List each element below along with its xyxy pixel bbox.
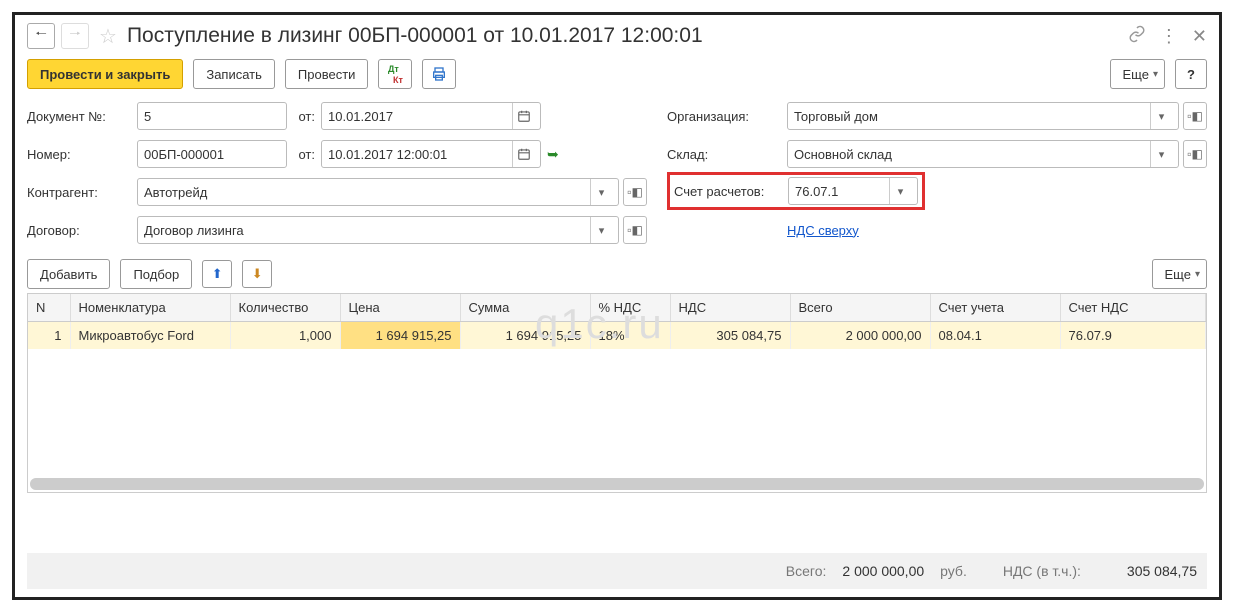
arrow-down-icon: ⬇ [252,266,263,282]
col-vat[interactable]: НДС [670,294,790,322]
org-label: Организация: [667,109,787,124]
dropdown-icon[interactable]: ▾ [590,217,612,243]
footer-total-value: 2 000 000,00 [842,563,924,579]
org-input[interactable]: Торговый дом ▾ [787,102,1179,130]
col-n[interactable]: N [28,294,70,322]
goto-icon[interactable]: ➥ [547,146,559,163]
submit-close-button[interactable]: Провести и закрыть [27,59,183,89]
footer-vat-label: НДС (в т.ч.): [1003,563,1081,579]
footer-currency: руб. [940,563,967,579]
cell-total[interactable]: 2 000 000,00 [790,322,930,350]
kebab-menu-icon[interactable]: ⋮ [1160,26,1178,47]
submit-button[interactable]: Провести [285,59,369,89]
move-down-button[interactable]: ⬇ [242,260,272,288]
table-more-button[interactable]: Еще [1152,259,1207,289]
number-input[interactable]: 00БП-000001 [137,140,287,168]
dropdown-icon[interactable]: ▾ [1150,141,1172,167]
cell-price[interactable]: 1 694 915,25 [340,322,460,350]
cell-vat-pct[interactable]: 18% [590,322,670,350]
items-table[interactable]: N Номенклатура Количество Цена Сумма % Н… [27,293,1207,493]
link-icon[interactable] [1128,25,1146,48]
col-total[interactable]: Всего [790,294,930,322]
printer-icon [431,66,447,82]
save-button[interactable]: Записать [193,59,275,89]
open-ref-button[interactable]: ▫◧ [623,178,647,206]
col-price[interactable]: Цена [340,294,460,322]
cell-sum[interactable]: 1 694 915,25 [460,322,590,350]
doc-no-input[interactable]: 5 [137,102,287,130]
col-vat-pct[interactable]: % НДС [590,294,670,322]
cell-vat[interactable]: 305 084,75 [670,322,790,350]
open-ref-button[interactable]: ▫◧ [623,216,647,244]
counterparty-input[interactable]: Автотрейд ▾ [137,178,619,206]
favorite-star-icon[interactable]: ☆ [99,24,117,49]
warehouse-label: Склад: [667,147,787,162]
kt-icon: Кт [388,75,403,85]
counterparty-label: Контрагент: [27,185,137,200]
add-row-button[interactable]: Добавить [27,259,110,289]
table-row[interactable]: 1 Микроавтобус Ford 1,000 1 694 915,25 1… [28,322,1206,350]
pick-button[interactable]: Подбор [120,259,192,289]
cell-n[interactable]: 1 [28,322,70,350]
move-up-button[interactable]: ⬆ [202,260,232,288]
dropdown-icon[interactable]: ▾ [1150,103,1172,129]
col-vat-acct[interactable]: Счет НДС [1060,294,1206,322]
account-label: Счет расчетов: [674,184,788,199]
doc-no-label: Документ №: [27,109,137,124]
dtkt-button[interactable]: Дт Кт [378,59,412,89]
nav-back-button[interactable]: 🠐 [27,23,55,49]
dropdown-icon[interactable]: ▾ [590,179,612,205]
cell-acct[interactable]: 08.04.1 [930,322,1060,350]
number-date-input[interactable]: 10.01.2017 12:00:01 [321,140,541,168]
cell-nomenclature[interactable]: Микроавтобус Ford [70,322,230,350]
date-from-label-2: от: [287,147,321,162]
number-label: Номер: [27,147,137,162]
footer-total-label: Всего: [786,563,827,579]
contract-label: Договор: [27,223,137,238]
calendar-icon[interactable] [512,103,534,129]
more-button[interactable]: Еще [1110,59,1165,89]
open-ref-button[interactable]: ▫◧ [1183,102,1207,130]
dt-icon: Дт [388,64,399,74]
footer-totals: Всего: 2 000 000,00 руб. НДС (в т.ч.): 3… [27,553,1207,589]
vat-mode-link[interactable]: НДС сверху [787,223,859,238]
dropdown-icon[interactable]: ▾ [889,178,911,204]
arrow-up-icon: ⬆ [212,266,223,282]
doc-date-input[interactable]: 10.01.2017 [321,102,541,130]
warehouse-input[interactable]: Основной склад ▾ [787,140,1179,168]
cell-qty[interactable]: 1,000 [230,322,340,350]
account-input[interactable]: 76.07.1 ▾ [788,177,918,205]
page-title: Поступление в лизинг 00БП-000001 от 10.0… [127,24,1122,48]
close-icon[interactable]: ✕ [1192,26,1207,47]
col-acct[interactable]: Счет учета [930,294,1060,322]
open-ref-button[interactable]: ▫◧ [1183,140,1207,168]
col-sum[interactable]: Сумма [460,294,590,322]
cell-vat-acct[interactable]: 76.07.9 [1060,322,1206,350]
footer-vat-value: 305 084,75 [1127,563,1197,579]
horizontal-scrollbar[interactable] [30,478,1204,490]
nav-forward-button[interactable]: 🠒 [61,23,89,49]
help-button[interactable]: ? [1175,59,1207,89]
date-from-label-1: от: [287,109,321,124]
print-button[interactable] [422,59,456,89]
account-highlight: Счет расчетов: 76.07.1 ▾ [667,172,925,210]
calendar-icon[interactable] [512,141,534,167]
contract-input[interactable]: Договор лизинга ▾ [137,216,619,244]
col-qty[interactable]: Количество [230,294,340,322]
col-nomenclature[interactable]: Номенклатура [70,294,230,322]
